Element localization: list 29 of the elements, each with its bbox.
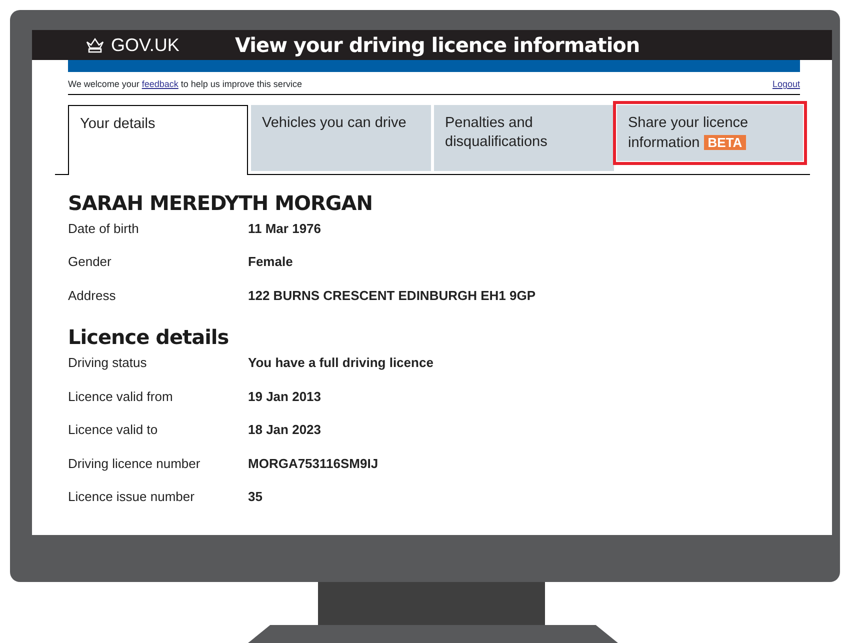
- tab[interactable]: Vehicles you can drive: [251, 104, 431, 170]
- beta-badge: BETA: [704, 134, 746, 150]
- field-value: 35: [248, 488, 262, 506]
- field-label: Address: [68, 286, 117, 304]
- field-label: Gender: [68, 253, 112, 271]
- field-label: Licence valid to: [68, 421, 159, 439]
- field-label: Licence issue number: [68, 488, 196, 506]
- field-value: 19 Jan 2013: [248, 388, 322, 406]
- crown-icon: [85, 37, 105, 53]
- field-value: You have a full driving licence: [248, 354, 434, 372]
- field-value: 122 BURNS CRESCENT EDINBURGH EH1 9GP: [248, 286, 536, 304]
- field-label: Driving licence number: [68, 454, 202, 473]
- field-value: MORGA753116SM9IJ: [248, 454, 378, 472]
- page-title: View your driving licence information: [235, 32, 640, 59]
- field-label: Licence valid from: [68, 388, 174, 406]
- section-heading: Licence details: [68, 325, 230, 349]
- field-value: Female: [248, 253, 293, 271]
- field-value: 18 Jan 2023: [248, 421, 322, 439]
- field-label: Driving status: [68, 354, 148, 372]
- field-label: Date of birth: [68, 220, 140, 238]
- tab[interactable]: Share your licence information BETA: [617, 104, 803, 160]
- tab[interactable]: Your details: [68, 104, 248, 174]
- field-value: 11 Mar 1976: [248, 220, 322, 238]
- logout-link[interactable]: Logout: [772, 78, 800, 92]
- feedback-message: We welcome your feedback to help us improve this service: [68, 78, 302, 91]
- tab[interactable]: Penalties and disqualifications: [434, 104, 614, 170]
- logo-link[interactable]: GOV.UK: [85, 32, 235, 58]
- feedback-link[interactable]: feedback: [142, 79, 178, 89]
- section-heading: SARAH MEREDYTH MORGAN: [68, 190, 374, 214]
